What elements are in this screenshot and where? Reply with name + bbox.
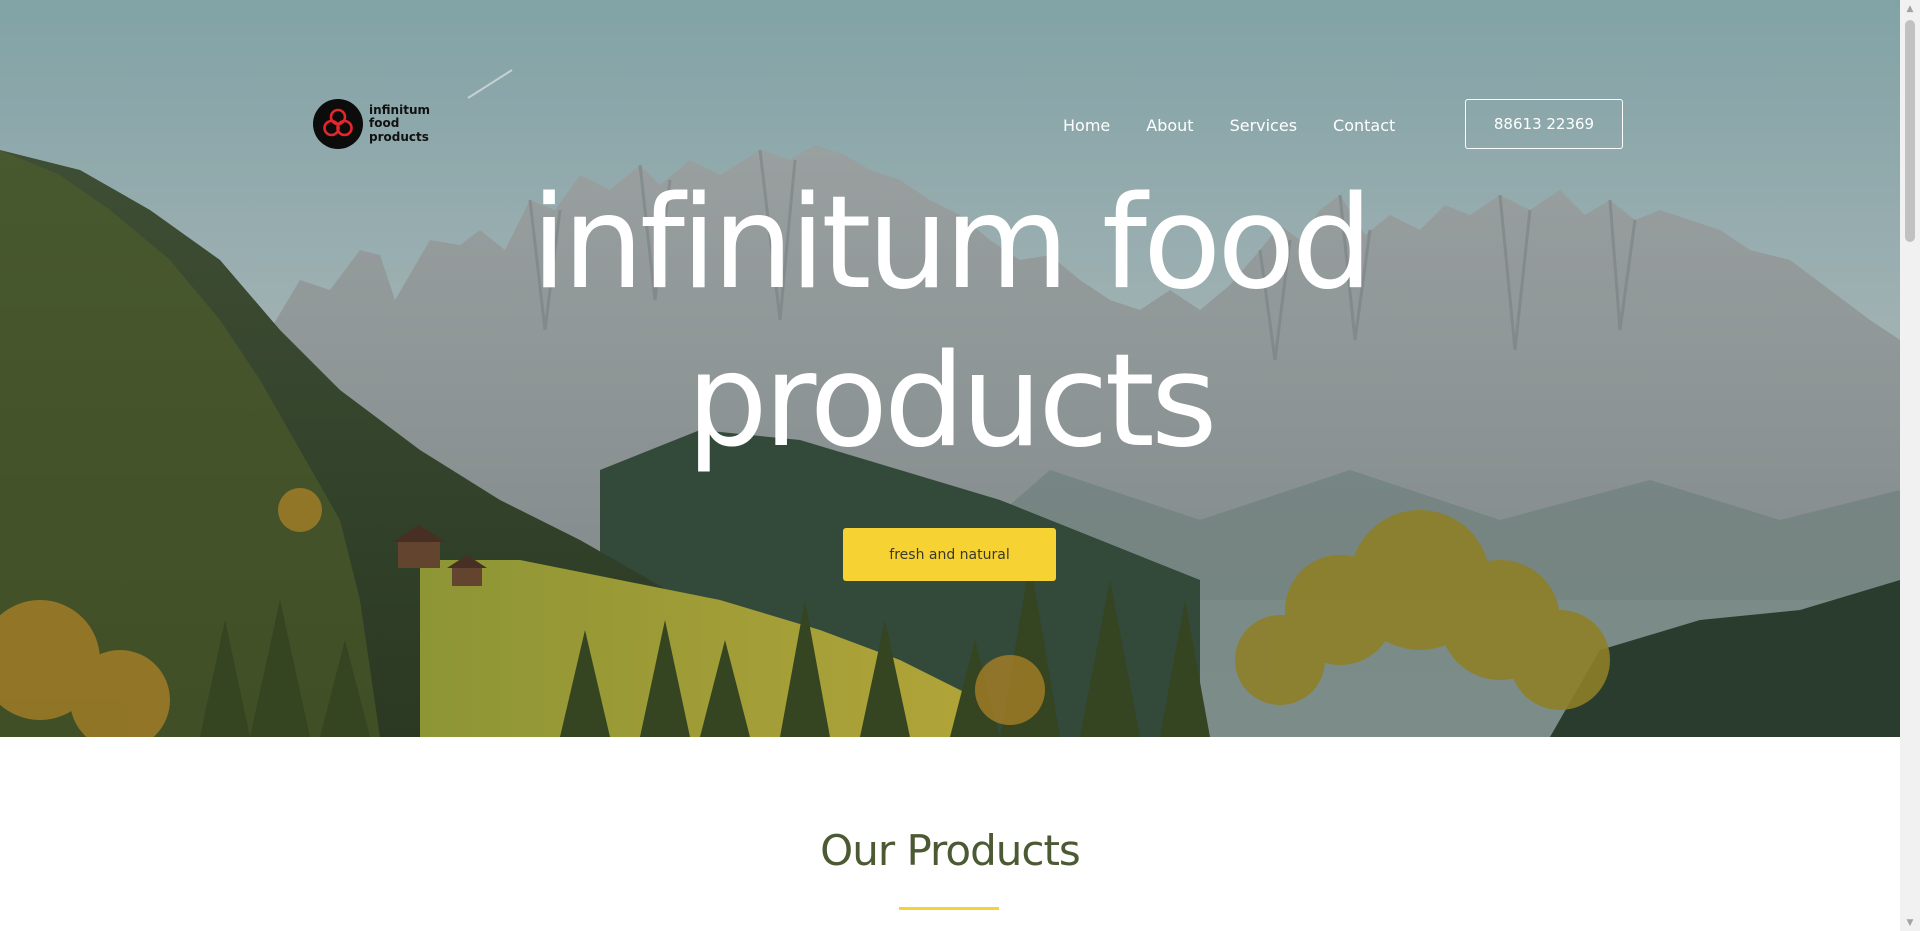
nav-link-home[interactable]: Home bbox=[1063, 116, 1110, 135]
brand-name-line: infinitum bbox=[369, 102, 430, 117]
main-navigation: Home About Services Contact bbox=[1063, 100, 1431, 150]
nav-link-about[interactable]: About bbox=[1146, 116, 1193, 135]
nav-link-contact[interactable]: Contact bbox=[1333, 116, 1395, 135]
fresh-and-natural-button[interactable]: fresh and natural bbox=[843, 528, 1056, 581]
brand-name-line: food bbox=[369, 116, 400, 131]
brand-logo[interactable]: infinitum food products bbox=[313, 99, 430, 149]
brand-name: infinitum food products bbox=[369, 102, 430, 145]
browser-viewport: infinitum food products Home About Servi… bbox=[0, 0, 1920, 931]
hero-section: infinitum food products Home About Servi… bbox=[0, 0, 1900, 737]
brand-name-line: products bbox=[369, 129, 429, 144]
hero-title: infinitum food products bbox=[0, 165, 1900, 481]
phone-number-button[interactable]: 88613 22369 bbox=[1465, 99, 1623, 149]
scroll-up-arrow-icon[interactable]: ▲ bbox=[1900, 0, 1920, 17]
scrollbar-thumb[interactable] bbox=[1905, 20, 1915, 242]
products-heading: Our Products bbox=[820, 826, 1081, 875]
hero-title-line: infinitum food bbox=[531, 169, 1373, 318]
vertical-scrollbar[interactable]: ▲ ▼ bbox=[1900, 0, 1920, 931]
hero-title-line: products bbox=[686, 327, 1218, 476]
scroll-down-arrow-icon[interactable]: ▼ bbox=[1900, 914, 1920, 931]
three-circles-logo-icon bbox=[313, 99, 363, 149]
heading-underline bbox=[899, 907, 999, 910]
nav-link-services[interactable]: Services bbox=[1230, 116, 1297, 135]
page: infinitum food products Home About Servi… bbox=[0, 0, 1900, 931]
